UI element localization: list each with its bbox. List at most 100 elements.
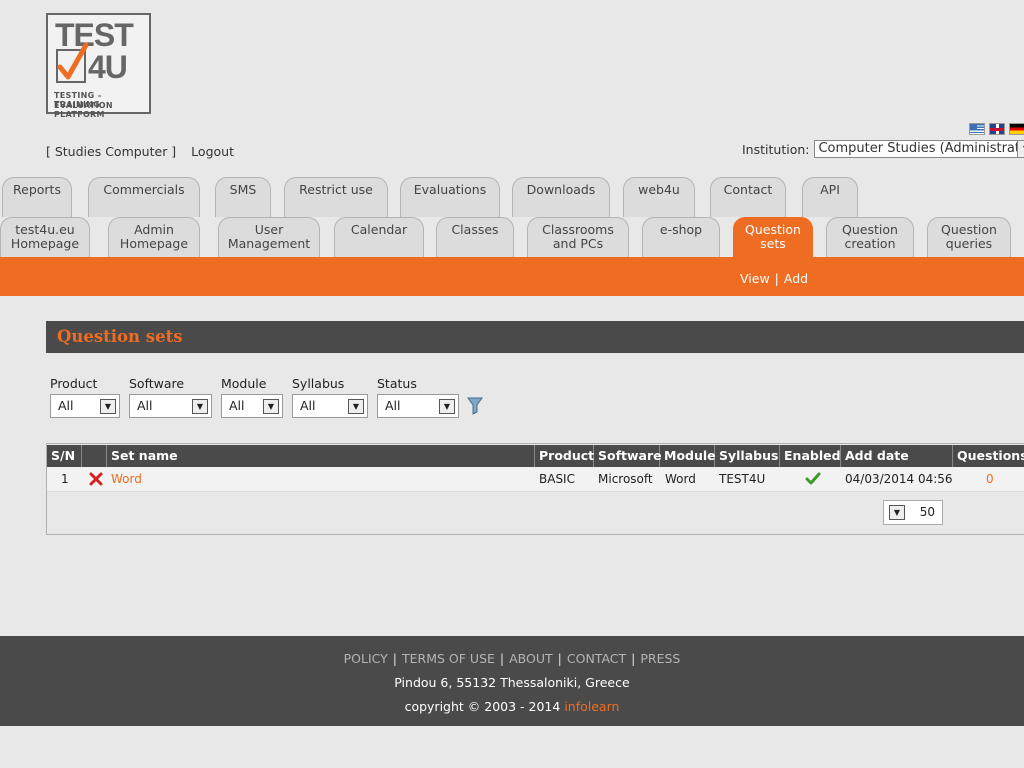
page-size-select[interactable]: ▼ 50 xyxy=(883,500,943,525)
tab-test4u-homepage[interactable]: test4u.eu Homepage xyxy=(0,217,90,257)
tab-label: Admin Homepage xyxy=(119,222,189,251)
filter-product: Product All ▼ xyxy=(50,376,120,418)
tab-admin-homepage[interactable]: Admin Homepage xyxy=(108,217,200,257)
software-select[interactable]: All ▼ xyxy=(129,394,212,418)
tab-label: User Management xyxy=(227,222,311,251)
module-select[interactable]: All ▼ xyxy=(221,394,283,418)
footer-address: Pindou 6, 55132 Thessaloniki, Greece xyxy=(394,675,630,690)
tab-label: Calendar xyxy=(350,222,408,237)
tab-row-main: test4u.eu Homepage Admin Homepage User Mana… xyxy=(0,217,1024,257)
subnav: View | Add xyxy=(740,271,808,286)
greek-flag-icon[interactable] xyxy=(969,123,985,135)
col-product[interactable]: Product xyxy=(535,445,594,467)
col-enabled[interactable]: Enabled xyxy=(780,445,841,467)
tab-label: Downloads xyxy=(526,182,596,197)
filter-syllabus: Syllabus All ▼ xyxy=(292,376,368,418)
filter-label: Software xyxy=(129,376,185,391)
tab-label: Contact xyxy=(723,182,773,197)
select-value: All xyxy=(229,398,245,413)
tab-question-queries[interactable]: Question queries xyxy=(927,217,1011,257)
tab-downloads[interactable]: Downloads xyxy=(512,177,610,217)
infolearn-link[interactable]: infolearn xyxy=(564,699,619,714)
english-flag-icon[interactable] xyxy=(989,123,1005,135)
tab-question-sets[interactable]: Question sets xyxy=(733,217,813,257)
chevron-down-icon[interactable]: ▼ xyxy=(1017,141,1024,157)
tab-label: Commercials xyxy=(103,182,185,197)
cell-syllabus: TEST4U xyxy=(719,472,766,486)
tab-label: Reports xyxy=(13,182,61,197)
tab-label: Classes xyxy=(451,222,499,237)
col-software[interactable]: Software xyxy=(594,445,662,467)
col-module[interactable]: Module xyxy=(660,445,716,467)
tab-label: Restrict use xyxy=(299,182,373,197)
chevron-down-icon[interactable]: ▼ xyxy=(192,399,208,414)
chevron-down-icon[interactable]: ▼ xyxy=(439,399,455,414)
chevron-down-icon[interactable]: ▼ xyxy=(263,399,279,414)
tab-web4u[interactable]: web4u xyxy=(623,177,695,217)
delete-icon[interactable] xyxy=(85,467,107,492)
tab-classes[interactable]: Classes xyxy=(436,217,514,257)
logout-link[interactable]: Logout xyxy=(191,144,234,159)
enabled-check-icon[interactable] xyxy=(801,467,831,492)
footer-link-terms[interactable]: TERMS OF USE xyxy=(402,651,495,666)
col-questions[interactable]: Questions xyxy=(953,445,1024,467)
institution-value: Computer Studies (Administrator) xyxy=(818,141,1024,156)
test4u-logo[interactable]: TEST 4U TESTING – TRAINING EVALUATION PL… xyxy=(46,13,151,119)
cell-add-date: 04/03/2014 04:56 xyxy=(845,472,953,486)
filter-label: Syllabus xyxy=(292,376,345,391)
product-select[interactable]: All ▼ xyxy=(50,394,120,418)
filter-funnel-icon[interactable] xyxy=(467,397,483,418)
tab-question-creation[interactable]: Question creation xyxy=(826,217,914,257)
logo-tagline-2: EVALUATION PLATFORM xyxy=(54,101,113,119)
institution-label: Institution: xyxy=(742,141,810,157)
tab-calendar[interactable]: Calendar xyxy=(334,217,424,257)
tab-label: e-shop xyxy=(659,222,703,237)
tab-label: SMS xyxy=(229,182,257,197)
status-select[interactable]: All ▼ xyxy=(377,394,459,418)
cell-sn: 1 xyxy=(61,472,69,486)
filter-label: Module xyxy=(221,376,267,391)
col-set-name[interactable]: Set name xyxy=(107,445,535,467)
set-name-link[interactable]: Word xyxy=(107,467,535,492)
select-value: All xyxy=(58,398,74,413)
footer-copyright: copyright © 2003 - 2014 infolearn xyxy=(0,699,1024,714)
page-size-value: 50 xyxy=(919,505,935,519)
chevron-down-icon[interactable]: ▼ xyxy=(889,505,905,520)
footer-link-about[interactable]: ABOUT xyxy=(509,651,553,666)
col-sn[interactable]: S/N xyxy=(47,445,82,467)
col-add-date[interactable]: Add date xyxy=(841,445,953,467)
tab-label: Classrooms and PCs xyxy=(542,222,614,251)
tab-restrict-use[interactable]: Restrict use xyxy=(284,177,388,217)
section-header: Question sets xyxy=(46,321,1024,353)
chevron-down-icon[interactable]: ▼ xyxy=(348,399,364,414)
tab-reports[interactable]: Reports xyxy=(2,177,72,217)
questions-count-link[interactable]: 0 xyxy=(982,467,1022,492)
chevron-down-icon[interactable]: ▼ xyxy=(100,399,116,414)
view-link[interactable]: View xyxy=(740,271,770,286)
german-flag-icon[interactable] xyxy=(1009,123,1024,135)
tab-classrooms-and-pcs[interactable]: Classrooms and PCs xyxy=(527,217,629,257)
footer-link-policy[interactable]: POLICY xyxy=(344,651,388,666)
logo-word-4u: 4U xyxy=(88,49,128,85)
tab-label: test4u.eu Homepage xyxy=(10,222,80,251)
add-link[interactable]: Add xyxy=(784,271,808,286)
footer: POLICY | TERMS OF USE | ABOUT | CONTACT | PRESS … xyxy=(0,636,1024,726)
footer-link-press[interactable]: PRESS xyxy=(640,651,680,666)
footer-link-contact[interactable]: CONTACT xyxy=(567,651,626,666)
user-bar: [ Studies Computer ] Logout xyxy=(46,144,245,159)
page-title: Question sets xyxy=(57,327,183,346)
tab-evaluations[interactable]: Evaluations xyxy=(400,177,500,217)
tab-contact[interactable]: Contact xyxy=(710,177,786,217)
tab-api[interactable]: API xyxy=(802,177,858,217)
tab-sms[interactable]: SMS xyxy=(215,177,271,217)
table-header: S/N Set name Product Software Module Syl… xyxy=(47,445,1024,467)
tab-label: Question sets xyxy=(745,222,801,251)
tab-commercials[interactable]: Commercials xyxy=(88,177,200,217)
col-syllabus[interactable]: Syllabus xyxy=(715,445,780,467)
select-value: All xyxy=(385,398,401,413)
tab-e-shop[interactable]: e-shop xyxy=(642,217,720,257)
tab-user-management[interactable]: User Management xyxy=(218,217,320,257)
syllabus-select[interactable]: All ▼ xyxy=(292,394,368,418)
user-name-link[interactable]: [ Studies Computer ] xyxy=(46,144,176,159)
institution-select[interactable]: Computer Studies (Administrator) ▼ xyxy=(814,140,1024,158)
